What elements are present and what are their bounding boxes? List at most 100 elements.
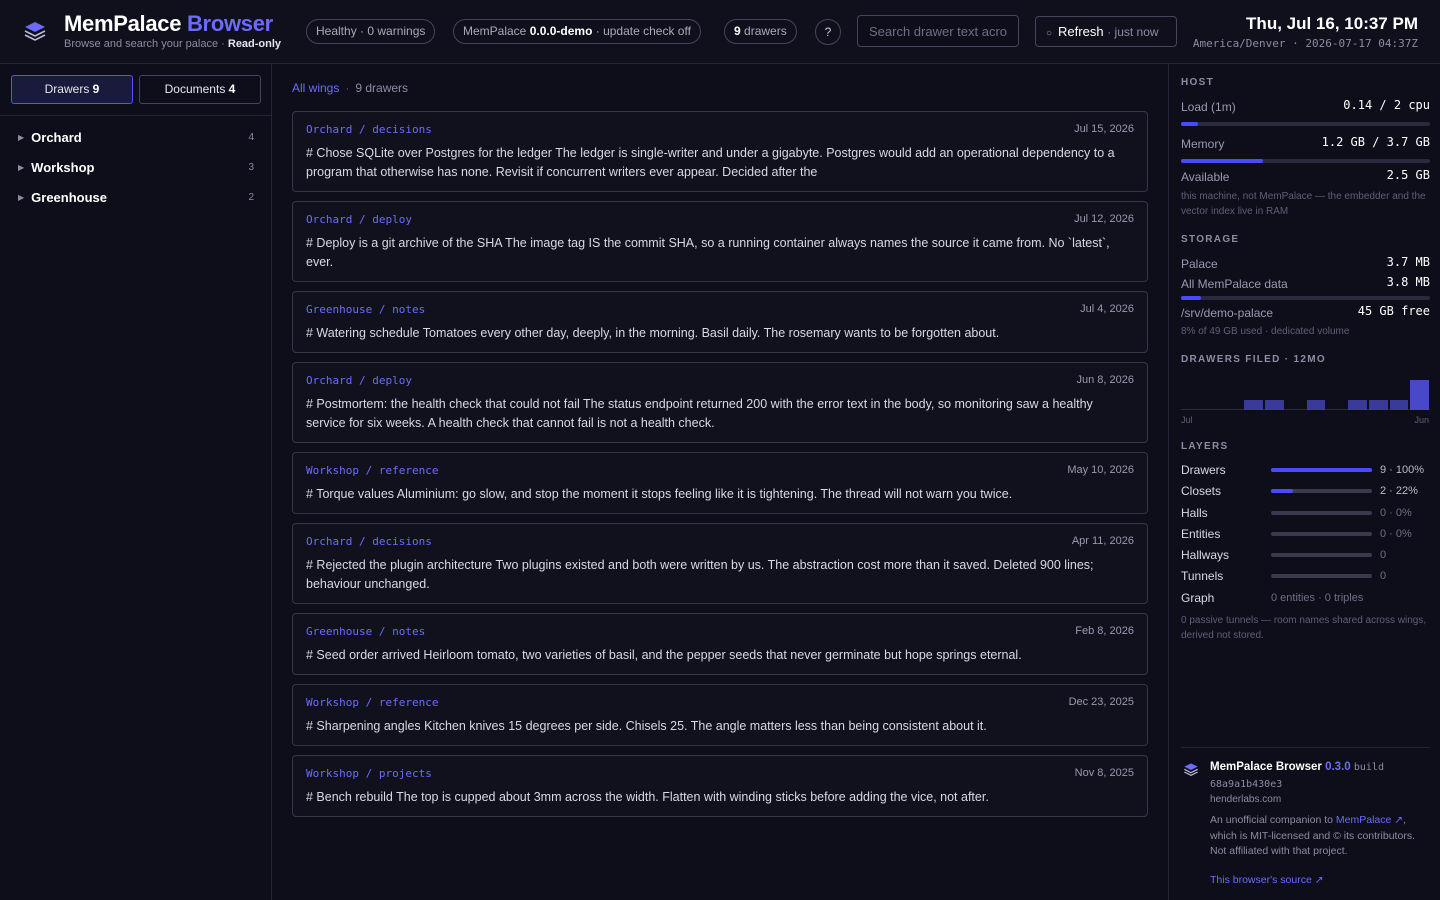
histogram-bar <box>1368 400 1388 410</box>
drawer-date: Feb 8, 2026 <box>1075 625 1134 637</box>
divider <box>1181 747 1430 748</box>
footer-disclaimer: An unofficial companion to MemPalace ↗, … <box>1210 814 1415 857</box>
palace-value: 3.7 MB <box>1386 255 1430 269</box>
memory-bar-fill <box>1181 159 1264 163</box>
drawer-card[interactable]: Orchard / deploy Jul 12, 2026 # Deploy i… <box>292 201 1148 282</box>
histogram-bar <box>1244 400 1263 410</box>
drawer-text: # Sharpening angles Kitchen knives 15 de… <box>306 719 987 733</box>
drawer-card[interactable]: Greenhouse / notes Jul 4, 2026 # Waterin… <box>292 291 1148 353</box>
help-button[interactable]: ? <box>815 19 841 45</box>
layer-bar-fill <box>1271 489 1294 493</box>
drawer-text: # Postmortem: the health check that coul… <box>306 397 1093 430</box>
drawer-path-link[interactable]: Orchard / deploy <box>306 213 412 226</box>
caret-right-icon: ▶ <box>18 193 25 202</box>
version-pill[interactable]: MemPalace 0.0.0-demo · update check off <box>453 19 701 44</box>
layer-row-drawers: Drawers 9 · 100% <box>1181 463 1425 477</box>
drawer-text: # Rejected the plugin architecture Two p… <box>306 558 1094 591</box>
load-value: 0.14 / 2 cpu <box>1343 98 1430 112</box>
read-only-badge: Read-only <box>227 38 282 50</box>
drawer-date: Jul 4, 2026 <box>1080 303 1134 315</box>
drawer-date: Jul 12, 2026 <box>1074 213 1134 225</box>
drawer-path-link[interactable]: Workshop / projects <box>306 767 432 780</box>
refresh-icon: ○ <box>1046 28 1053 39</box>
divider <box>0 115 271 116</box>
caret-right-icon: ▶ <box>18 133 25 142</box>
drawer-card[interactable]: Orchard / deploy Jun 8, 2026 # Postmorte… <box>292 362 1148 443</box>
drawer-card[interactable]: Workshop / projects Nov 8, 2025 # Bench … <box>292 755 1148 817</box>
histogram-end-label: Jun <box>1414 415 1429 425</box>
drawers-filed-histogram <box>1181 374 1430 410</box>
layers-logo-icon <box>24 22 46 41</box>
clock-timezone: America/Denver · 2026-07-17 04:37Z <box>1192 37 1418 50</box>
drawer-total: 9 drawers <box>355 81 409 95</box>
layer-row-halls: Halls 0 · 0% <box>1181 506 1412 520</box>
all-wings-link[interactable]: All wings <box>292 81 339 95</box>
app-subtitle: Browse and search your palace · Read-onl… <box>64 38 282 50</box>
drawer-path-link[interactable]: Greenhouse / notes <box>306 625 425 638</box>
drawer-path-link[interactable]: Workshop / reference <box>306 696 438 709</box>
layer-row-hallways: Hallways 0 <box>1181 548 1387 562</box>
layers-logo-icon <box>1184 763 1198 777</box>
disk-bar <box>1181 296 1430 300</box>
filed-section-label: DRAWERS FILED · 12MO <box>1181 354 1326 365</box>
health-status-pill[interactable]: Healthy · 0 warnings <box>306 19 436 44</box>
histogram-bar <box>1348 400 1367 410</box>
disk-row: /srv/demo-palace 45 GB free <box>1181 304 1430 320</box>
sidebar-item-workshop[interactable]: ▶ Workshop 3 <box>18 160 254 180</box>
drawer-path-link[interactable]: Orchard / decisions <box>306 123 432 136</box>
disk-value: 45 GB free <box>1357 304 1430 318</box>
layers-section-label: LAYERS <box>1181 441 1229 452</box>
histogram-bar <box>1306 400 1326 410</box>
top-header: MemPalace Browser Browse and search your… <box>0 0 1440 64</box>
app-title: MemPalace Browser <box>64 11 273 36</box>
disk-note: 8% of 49 GB used · dedicated volume <box>1181 326 1350 337</box>
sidebar-item-greenhouse[interactable]: ▶ Greenhouse 2 <box>18 190 254 210</box>
drawer-card[interactable]: Greenhouse / notes Feb 8, 2026 # Seed or… <box>292 613 1148 675</box>
drawer-date: Nov 8, 2025 <box>1074 767 1134 779</box>
all-data-value: 3.8 MB <box>1386 275 1430 289</box>
sidebar: Drawers 9 Documents 4 ▶ Orchard 4 ▶ Worksh… <box>0 64 272 900</box>
host-section-label: HOST <box>1181 77 1214 88</box>
tab-drawers[interactable]: Drawers 9 <box>11 75 133 104</box>
drawer-card[interactable]: Orchard / decisions Jul 15, 2026 # Chose… <box>292 111 1148 192</box>
drawer-path-link[interactable]: Orchard / decisions <box>306 535 432 548</box>
footer-app-name: MemPalace Browser 0.3.0 build <box>1210 761 1384 773</box>
disk-bar-fill <box>1181 296 1201 300</box>
load-row: Load (1m) 0.14 / 2 cpu <box>1181 98 1430 114</box>
caret-right-icon: ▶ <box>18 163 25 172</box>
tab-documents[interactable]: Documents 4 <box>139 75 261 104</box>
drawer-card[interactable]: Workshop / reference Dec 23, 2025 # Shar… <box>292 684 1148 746</box>
drawer-date: Apr 11, 2026 <box>1071 535 1134 547</box>
source-link[interactable]: This browser's source ↗ <box>1210 874 1324 886</box>
footer-host: henderlabs.com <box>1210 794 1282 805</box>
drawer-text: # Bench rebuild The top is cupped about … <box>306 790 989 804</box>
refresh-button[interactable]: ○ Refresh · just now <box>1035 16 1177 47</box>
layer-row-graph: Graph 0 entities · 0 triples <box>1181 591 1364 605</box>
drawer-card[interactable]: Workshop / reference May 10, 2026 # Torq… <box>292 452 1148 514</box>
wing-count: 4 <box>248 132 254 143</box>
load-bar-fill <box>1181 122 1199 126</box>
memory-row: Memory 1.2 GB / 3.7 GB <box>1181 135 1430 151</box>
drawer-path-link[interactable]: Workshop / reference <box>306 464 438 477</box>
histogram-bar <box>1389 400 1409 410</box>
histogram-start-label: Jul <box>1181 415 1193 425</box>
drawer-path-link[interactable]: Greenhouse / notes <box>306 303 425 316</box>
drawer-text: # Seed order arrived Heirloom tomato, tw… <box>306 648 1022 662</box>
layer-row-entities: Entities 0 · 0% <box>1181 527 1412 541</box>
drawer-text: # Deploy is a git archive of the SHA The… <box>306 236 1110 269</box>
search-input[interactable] <box>857 15 1019 47</box>
drawer-list: All wings · 9 drawers Orchard / decisions … <box>272 64 1168 900</box>
layer-row-tunnels: Tunnels 0 <box>1181 569 1387 583</box>
breadcrumb: All wings · 9 drawers <box>292 81 409 95</box>
drawer-path-link[interactable]: Orchard / deploy <box>306 374 412 387</box>
drawer-card[interactable]: Orchard / decisions Apr 11, 2026 # Rejec… <box>292 523 1148 604</box>
brand: MemPalace Browser Browse and search your… <box>64 11 281 50</box>
drawer-count-pill[interactable]: 9 drawers <box>724 19 797 44</box>
wing-count: 3 <box>248 162 254 173</box>
all-data-row: All MemPalace data 3.8 MB <box>1181 275 1430 291</box>
drawer-date: Dec 23, 2025 <box>1068 696 1134 708</box>
mempalace-link[interactable]: MemPalace ↗ <box>1336 814 1403 826</box>
sidebar-item-orchard[interactable]: ▶ Orchard 4 <box>18 130 254 150</box>
wing-count: 2 <box>248 192 254 203</box>
stats-panel: HOST Load (1m) 0.14 / 2 cpu Memory 1.2 GB … <box>1168 64 1440 900</box>
